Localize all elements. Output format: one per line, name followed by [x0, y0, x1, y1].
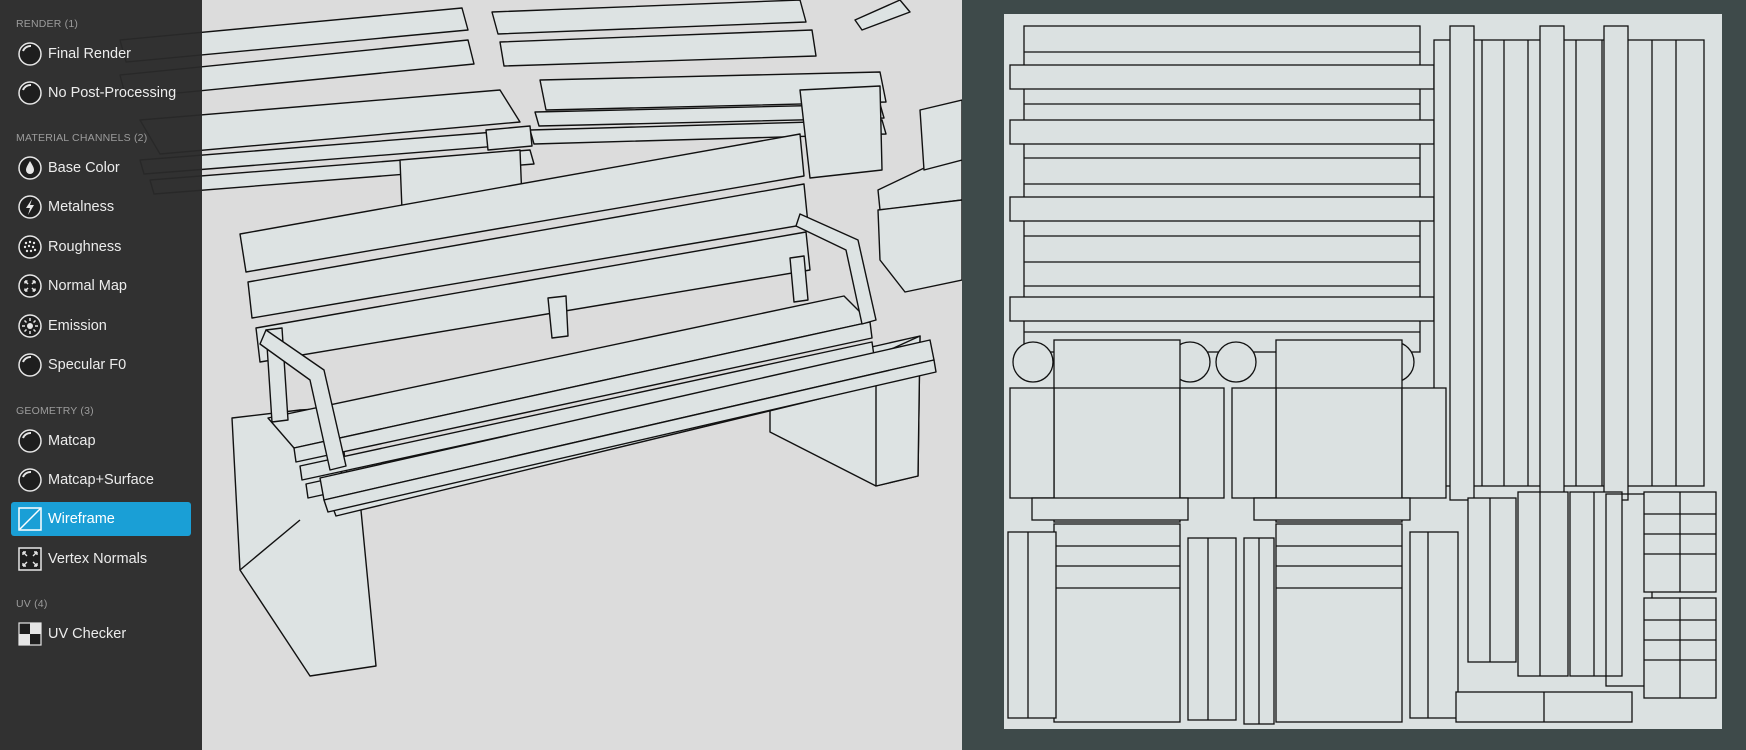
vertex-normals-icon — [16, 545, 44, 573]
sphere-icon — [16, 40, 44, 68]
menu-label: UV Checker — [48, 626, 127, 642]
menu-item-base-color[interactable]: Base Color — [11, 151, 191, 185]
uv-layout-sheet — [1004, 14, 1722, 729]
menu-item-vertex-normals[interactable]: Vertex Normals — [11, 542, 191, 576]
menu-label: Roughness — [48, 239, 122, 255]
menu-item-roughness[interactable]: Roughness — [11, 230, 191, 264]
menu-item-emission[interactable]: Emission — [11, 309, 191, 343]
menu-item-final-render[interactable]: Final Render — [11, 37, 191, 71]
uv-editor-panel[interactable] — [962, 0, 1746, 750]
dotted-sphere-icon — [16, 233, 44, 261]
menu-item-wireframe[interactable]: Wireframe — [11, 502, 191, 536]
menu-label: Specular F0 — [48, 357, 127, 373]
menu-label: Vertex Normals — [48, 551, 148, 567]
menu-item-matcap[interactable]: Matcap — [11, 424, 191, 458]
menu-label: Base Color — [48, 160, 120, 176]
menu-label: Matcap — [48, 433, 96, 449]
menu-item-uv-checker[interactable]: UV Checker — [11, 617, 191, 651]
section-header-render: RENDER (1) — [16, 18, 79, 30]
arrows-sphere-icon — [16, 272, 44, 300]
drop-icon — [16, 154, 44, 182]
menu-label: Emission — [48, 318, 107, 334]
menu-label: Metalness — [48, 199, 115, 215]
menu-item-no-post-processing[interactable]: No Post-Processing — [11, 76, 191, 110]
menu-item-normal-map[interactable]: Normal Map — [11, 269, 191, 303]
menu-label: Matcap+Surface — [48, 472, 154, 488]
uv-islands — [1007, 25, 1717, 725]
section-header-uv: UV (4) — [16, 598, 48, 610]
menu-label: No Post-Processing — [48, 85, 177, 101]
sphere-icon — [16, 466, 44, 494]
menu-label: Normal Map — [48, 278, 127, 294]
menu-item-matcap-surface[interactable]: Matcap+Surface — [11, 463, 191, 497]
section-header-material-channels: MATERIAL CHANNELS (2) — [16, 132, 148, 144]
sphere-icon — [16, 427, 44, 455]
menu-label: Final Render — [48, 46, 132, 62]
sphere-icon — [16, 351, 44, 379]
menu-item-metalness[interactable]: Metalness — [11, 190, 191, 224]
checker-icon — [16, 620, 44, 648]
bolt-icon — [16, 193, 44, 221]
wireframe-icon — [16, 505, 44, 533]
sun-icon — [16, 312, 44, 340]
section-header-geometry: GEOMETRY (3) — [16, 405, 94, 417]
menu-item-specular-f0[interactable]: Specular F0 — [11, 348, 191, 382]
menu-label: Wireframe — [48, 511, 115, 527]
sphere-icon — [16, 79, 44, 107]
